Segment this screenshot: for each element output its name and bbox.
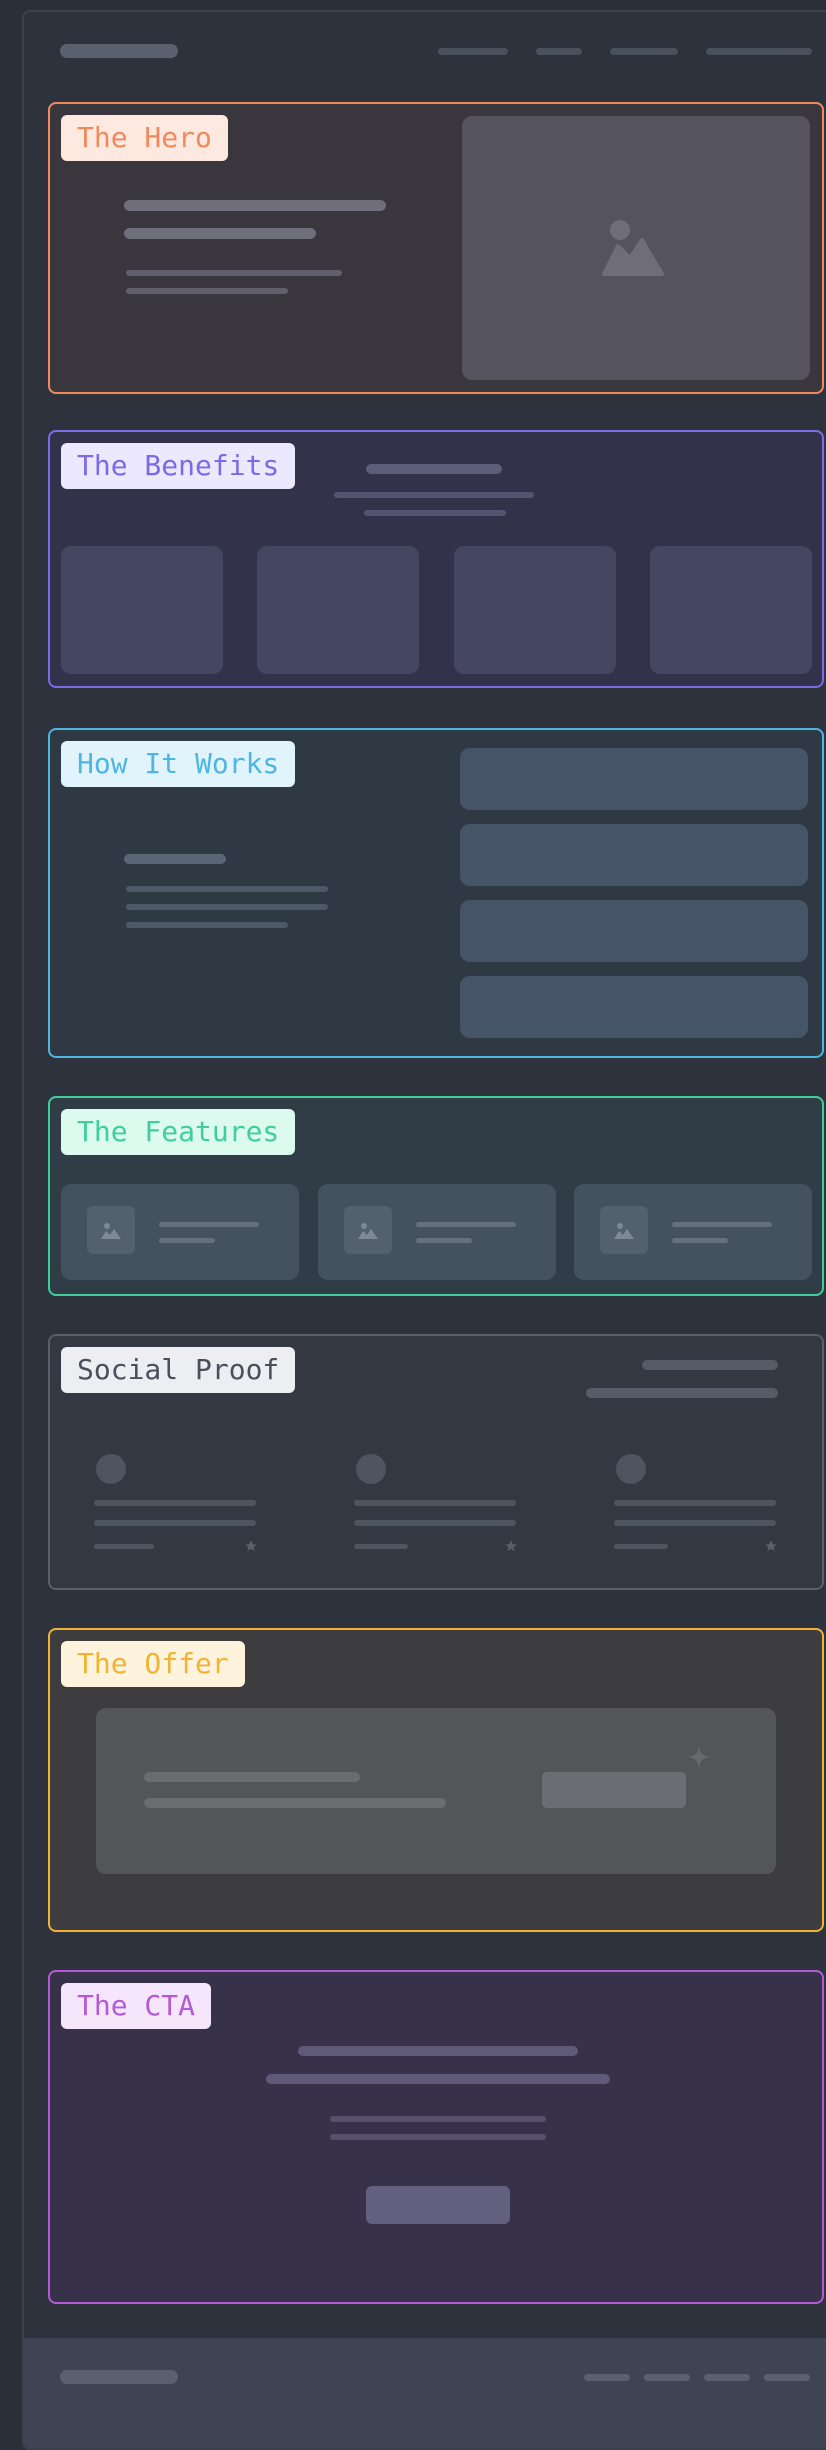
- social-title-line-2: [586, 1388, 778, 1398]
- feature-card: [318, 1184, 556, 1280]
- testimonial-line-1: [614, 1500, 776, 1506]
- avatar: [616, 1454, 646, 1484]
- section-label-offer: The Offer: [61, 1641, 245, 1687]
- cta-section: The CTA: [48, 1970, 824, 2304]
- benefit-card: [61, 546, 223, 674]
- step-item[interactable]: [460, 748, 808, 810]
- how-text-line-1: [126, 886, 328, 892]
- sparkle-icon: [686, 1744, 712, 1774]
- testimonial: [94, 1454, 258, 1564]
- testimonial-line-2: [354, 1520, 516, 1526]
- star-icon: [764, 1538, 778, 1557]
- image-placeholder-icon: [101, 1222, 121, 1239]
- section-label-features: The Features: [61, 1109, 296, 1155]
- feature-title: [416, 1222, 516, 1227]
- feature-thumb: [600, 1206, 648, 1254]
- feature-thumb: [344, 1206, 392, 1254]
- testimonial-line-2: [614, 1520, 776, 1526]
- footer-link[interactable]: [584, 2374, 630, 2381]
- feature-text: [672, 1238, 728, 1243]
- benefit-card: [454, 546, 616, 674]
- nav-link-1[interactable]: [438, 48, 508, 55]
- hero-headline-line-2: [124, 228, 316, 239]
- avatar: [96, 1454, 126, 1484]
- cta-headline-line-2: [266, 2074, 610, 2084]
- benefits-title: [366, 464, 502, 474]
- footer-link[interactable]: [644, 2374, 690, 2381]
- offer-button[interactable]: [542, 1772, 686, 1808]
- benefits-section: The Benefits: [48, 430, 824, 688]
- hero-text-line-1: [126, 270, 342, 276]
- footer-link[interactable]: [764, 2374, 810, 2381]
- feature-card: [61, 1184, 299, 1280]
- testimonial-line-1: [354, 1500, 516, 1506]
- nav-link-3[interactable]: [610, 48, 678, 55]
- star-icon: [244, 1538, 258, 1557]
- footer-link[interactable]: [704, 2374, 750, 2381]
- section-label-social-proof: Social Proof: [61, 1347, 296, 1393]
- hero-section: The Hero: [48, 102, 824, 394]
- cta-text-line-1: [330, 2116, 546, 2122]
- social-title-line-1: [642, 1360, 778, 1370]
- how-text-line-3: [126, 922, 288, 928]
- feature-title: [672, 1222, 772, 1227]
- avatar: [356, 1454, 386, 1484]
- cta-text-line-2: [330, 2134, 546, 2140]
- testimonial: [614, 1454, 778, 1564]
- features-section: The Features: [48, 1096, 824, 1296]
- how-text-line-2: [126, 904, 328, 910]
- logo-placeholder[interactable]: [60, 44, 178, 58]
- feature-card: [574, 1184, 812, 1280]
- section-label-hero: The Hero: [61, 115, 228, 161]
- cta-button[interactable]: [366, 2186, 510, 2224]
- image-placeholder-icon: [358, 1222, 378, 1239]
- benefit-card: [650, 546, 812, 674]
- step-item[interactable]: [460, 900, 808, 962]
- step-item[interactable]: [460, 976, 808, 1038]
- feature-text: [416, 1238, 472, 1243]
- testimonial-author: [614, 1544, 668, 1549]
- testimonial-author: [354, 1544, 408, 1549]
- nav-link-4[interactable]: [706, 48, 812, 55]
- footer-logo[interactable]: [60, 2370, 178, 2384]
- hero-image-placeholder: [462, 116, 810, 380]
- offer-section: The Offer: [48, 1628, 824, 1932]
- step-item[interactable]: [460, 824, 808, 886]
- feature-title: [159, 1222, 259, 1227]
- section-label-how-it-works: How It Works: [61, 741, 296, 787]
- offer-title: [144, 1772, 360, 1782]
- cta-headline-line-1: [298, 2046, 578, 2056]
- social-proof-section: Social Proof: [48, 1334, 824, 1590]
- benefit-card: [257, 546, 419, 674]
- image-placeholder-icon: [602, 218, 664, 276]
- testimonial-author: [94, 1544, 154, 1549]
- offer-card: [96, 1708, 776, 1874]
- testimonial: [354, 1454, 518, 1564]
- section-label-cta: The CTA: [61, 1983, 212, 2029]
- footer: [24, 2338, 826, 2448]
- testimonial-line-2: [94, 1520, 256, 1526]
- hero-text-line-2: [126, 288, 288, 294]
- testimonial-line-1: [94, 1500, 256, 1506]
- page-frame: The Hero The Benefits How It Works The F…: [22, 10, 826, 2450]
- feature-thumb: [87, 1206, 135, 1254]
- hero-headline-line-1: [124, 200, 386, 211]
- benefits-subtitle-line-2: [364, 510, 506, 516]
- section-label-benefits: The Benefits: [61, 443, 296, 489]
- how-it-works-section: How It Works: [48, 728, 824, 1058]
- star-icon: [504, 1538, 518, 1557]
- nav-link-2[interactable]: [536, 48, 582, 55]
- offer-text: [144, 1798, 446, 1808]
- how-title: [124, 854, 226, 864]
- feature-text: [159, 1238, 215, 1243]
- benefits-subtitle-line-1: [334, 492, 534, 498]
- image-placeholder-icon: [614, 1222, 634, 1239]
